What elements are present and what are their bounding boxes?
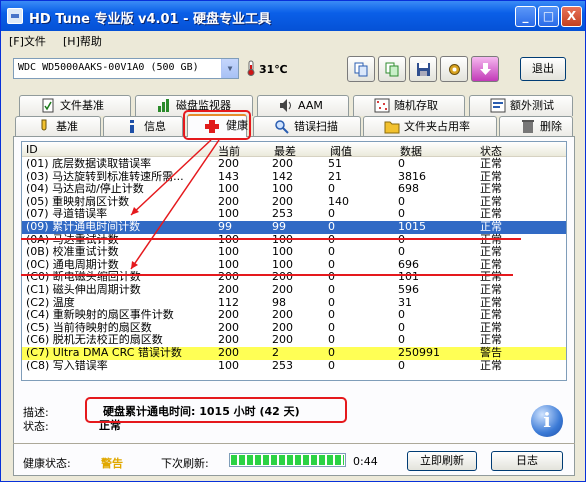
- tab-health[interactable]: 健康: [187, 114, 248, 137]
- health-cross-icon: [205, 120, 219, 133]
- annotation-arrow-1: [130, 139, 212, 216]
- tab-label: 健康: [226, 119, 248, 132]
- app-window: HD Tune 专业版 v4.01 - 硬盘专业工具 _ □ X [F]文件 […: [0, 0, 586, 482]
- annotation-arrow-2: [130, 139, 220, 270]
- annotation-arrows: [21, 139, 521, 276]
- annotation-arrowhead-2: [131, 261, 138, 269]
